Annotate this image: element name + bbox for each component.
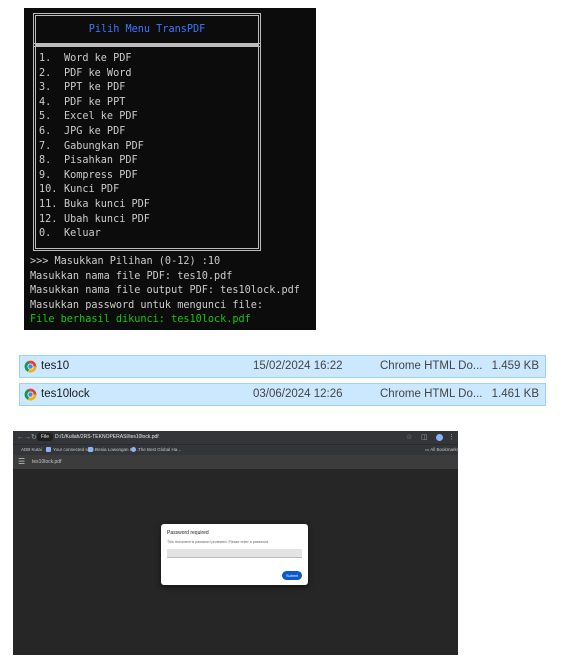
bookmark-label: The Best Global Ha... — [138, 447, 182, 452]
file-chip-label: File — [40, 434, 50, 440]
menu-item: 0. Keluar — [39, 227, 150, 242]
terminal-line: Masukkan nama file PDF: tes10.pdf — [30, 270, 233, 282]
file-date: 03/06/2024 12:26 — [253, 388, 343, 400]
bookmarks-bar: ADB Kutai Your connected serv... Resia L… — [13, 444, 459, 455]
submit-button[interactable]: Submit — [282, 571, 302, 580]
bookmark-label: ADB Kutai — [21, 447, 42, 452]
menu-item-label: Ubah kunci PDF — [64, 213, 150, 225]
terminal-line: Masukkan nama file output PDF: tes10lock… — [30, 285, 300, 297]
menu-item-label: JPG ke PDF — [64, 125, 126, 137]
menu-item-label: Kompress PDF — [64, 169, 138, 181]
menu-item-label: Word ke PDF — [64, 53, 132, 64]
address-bar[interactable]: D:/1/Kuliah/2RS-TEKNOPERASI/tes10lock.pd… — [55, 434, 159, 440]
file-type: Chrome HTML Do... — [380, 360, 483, 372]
bookmark-icon — [88, 447, 93, 452]
menu-item-label: Buka kunci PDF — [64, 198, 150, 210]
file-row[interactable]: tes10 15/02/2024 16:22 Chrome HTML Do...… — [19, 355, 546, 378]
menu-item-number: 10. — [39, 184, 58, 196]
menu-title-box: Pilih Menu TransPDF — [33, 13, 261, 47]
password-dialog: Password required This document is passw… — [161, 524, 308, 585]
chrome-icon — [24, 388, 37, 401]
file-size: 1.461 KB — [491, 388, 539, 400]
reload-icon[interactable]: ↻ — [31, 432, 37, 443]
menu-list: 1. Word ke PDF 2. PDF ke Word 3. PPT ke PDF… — [39, 52, 150, 242]
file-date: 15/02/2024 16:22 — [253, 360, 343, 372]
terminal-line: Masukkan password untuk mengunci file: — [30, 299, 264, 311]
all-bookmarks-folder[interactable]: ▭ All Bookmarks — [425, 447, 459, 453]
menu-item-number: 0. — [39, 228, 52, 240]
menu-item: 4. PDF ke PPT — [39, 96, 150, 111]
bookmark-item[interactable]: The Best Global Ha... — [131, 447, 181, 453]
profile-avatar[interactable] — [436, 434, 443, 441]
menu-item-label: Gabungkan PDF — [64, 140, 144, 152]
menu-box: 1. Word ke PDF 2. PDF ke Word 3. PPT ke PDF… — [33, 43, 261, 251]
terminal-output: >>> Masukkan Pilihan (0-12) :10 Masukkan… — [30, 255, 300, 328]
file-chip: File — [37, 433, 53, 441]
menu-item-label: PDF ke PPT — [64, 96, 126, 108]
menu-item: 11. Buka kunci PDF — [39, 198, 150, 213]
menu-item-number: 7. — [39, 140, 52, 152]
menu-item: 8. Pisahkan PDF — [39, 154, 150, 169]
menu-item-label: Keluar — [64, 228, 101, 240]
menu-item-number: 5. — [39, 111, 52, 123]
menu-item-number: 1. — [39, 53, 52, 64]
menu-item-number: 9. — [39, 169, 52, 181]
menu-item: 6. JPG ke PDF — [39, 125, 150, 140]
file-type: Chrome HTML Do... — [380, 388, 483, 400]
file-name: tes10 — [41, 360, 70, 372]
menu-item-number: 11. — [39, 198, 58, 210]
pdf-filename: tes10lock.pdf — [32, 459, 62, 465]
file-row[interactable]: tes10lock 03/06/2024 12:26 Chrome HTML D… — [19, 383, 546, 406]
menu-item-number: 2. — [39, 67, 52, 79]
menu-title: Pilih Menu TransPDF — [88, 24, 206, 35]
extensions-icon[interactable]: ◫ — [421, 432, 428, 443]
forward-icon[interactable]: → — [24, 432, 31, 443]
menu-item-label: PDF ke Word — [64, 67, 132, 79]
bookmark-item[interactable]: ADB Kutai — [21, 447, 42, 453]
bookmark-icon — [46, 447, 51, 452]
menu-item: 3. PPT ke PDF — [39, 81, 150, 96]
terminal-window: Pilih Menu TransPDF 1. Word ke PDF 2. PDF … — [24, 8, 316, 330]
menu-item: 2. PDF ke Word — [39, 67, 150, 82]
terminal-success-line: File berhasil dikunci: tes10lock.pdf — [30, 314, 251, 326]
dialog-title: Password required — [167, 530, 209, 536]
menu-item: 12. Ubah kunci PDF — [39, 213, 150, 228]
menu-item-number: 3. — [39, 82, 52, 94]
bookmark-icon — [131, 447, 136, 452]
file-name: tes10lock — [41, 388, 90, 400]
menu-item: 5. Excel ke PDF — [39, 110, 150, 125]
menu-item-label: Kunci PDF — [64, 184, 120, 196]
menu-item-number: 8. — [39, 155, 52, 167]
menu-item-label: Excel ke PDF — [64, 111, 138, 123]
star-icon[interactable]: ☆ — [406, 432, 412, 443]
menu-item: 7. Gabungkan PDF — [39, 140, 150, 155]
menu-item: 9. Kompress PDF — [39, 169, 150, 184]
menu-item-label: PPT ke PDF — [64, 82, 126, 94]
menu-item: 10. Kunci PDF — [39, 183, 150, 198]
menu-item-number: 6. — [39, 125, 52, 137]
menu-item: 1. Word ke PDF — [39, 52, 150, 67]
back-icon[interactable]: ← — [17, 432, 24, 443]
menu-item-number: 12. — [39, 213, 58, 225]
pdf-toolbar: ☰ tes10lock.pdf — [13, 455, 458, 469]
password-input[interactable] — [167, 549, 302, 558]
browser-toolbar: ← → ↻ File D:/1/Kuliah/2RS-TEKNOPERASI/t… — [13, 431, 458, 444]
kebab-menu-icon[interactable]: ⋮ — [448, 432, 455, 443]
dialog-description: This document is password protected. Ple… — [167, 540, 270, 544]
all-bookmarks-label: All Bookmarks — [430, 447, 460, 452]
menu-icon[interactable]: ☰ — [18, 456, 25, 468]
file-size: 1.459 KB — [491, 360, 539, 372]
browser-window: ← → ↻ File D:/1/Kuliah/2RS-TEKNOPERASI/t… — [13, 431, 459, 655]
chrome-icon — [24, 360, 37, 373]
menu-item-number: 4. — [39, 96, 52, 108]
terminal-line: >>> Masukkan Pilihan (0-12) :10 — [30, 256, 221, 267]
menu-item-label: Pisahkan PDF — [64, 155, 138, 167]
